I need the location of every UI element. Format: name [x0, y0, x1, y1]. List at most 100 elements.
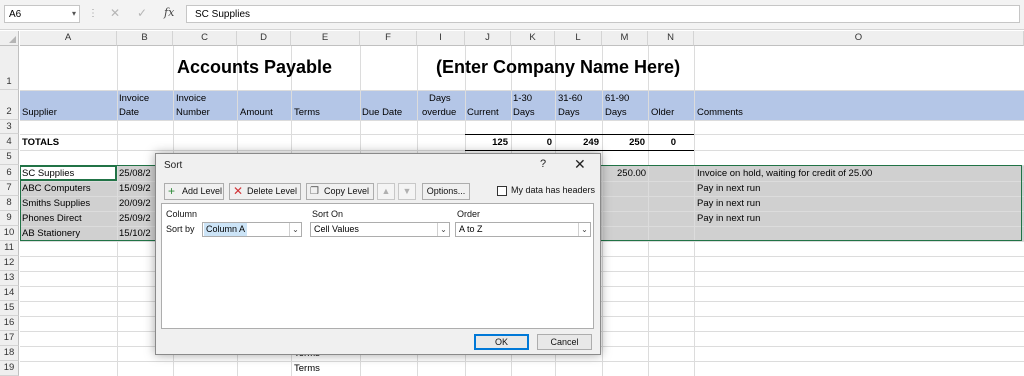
column-header-e[interactable]: E [291, 31, 360, 46]
column-header-d[interactable]: D [237, 31, 291, 46]
comment-cell[interactable]: Pay in next run [697, 183, 760, 194]
add-level-icon: + [168, 184, 176, 198]
row-header-18[interactable]: 18 [0, 346, 19, 361]
column-header-m[interactable]: M [602, 31, 648, 46]
sort-levels-list[interactable]: Column Sort On Order Sort by Column A ⌄ … [161, 203, 594, 329]
add-level-label: Add Level [182, 186, 223, 196]
supplier-cell[interactable]: Phones Direct [22, 213, 82, 224]
column-header-c[interactable]: C [173, 31, 237, 46]
supplier-cell[interactable]: ABC Computers [22, 183, 91, 194]
totals-top-border [465, 134, 694, 135]
gridline [20, 120, 1024, 121]
column-header-b[interactable]: B [117, 31, 173, 46]
date-cell[interactable]: 15/09/2 [119, 183, 151, 194]
sort-on-select-value: Cell Values [314, 224, 359, 234]
row-header-14[interactable]: 14 [0, 286, 19, 301]
row-header-19[interactable]: 19 [0, 361, 19, 376]
copy-level-button[interactable]: ❐ Copy Level [306, 183, 374, 200]
header-days-61-90: Days [605, 107, 627, 118]
total-61-90[interactable]: 250 [603, 137, 645, 148]
date-cell[interactable]: 20/09/2 [119, 198, 151, 209]
totals-bottom-border [465, 150, 694, 151]
comment-cell[interactable]: Pay in next run [697, 198, 760, 209]
column-header-l[interactable]: L [555, 31, 602, 46]
total-1-30[interactable]: 0 [512, 137, 552, 148]
enter-icon[interactable]: ✓ [137, 6, 147, 20]
delete-level-icon: ✕ [233, 184, 244, 198]
order-select[interactable]: A to Z ⌄ [455, 222, 591, 237]
row-header-10[interactable]: 10 [0, 226, 19, 241]
column-header-k[interactable]: K [511, 31, 555, 46]
chevron-down-icon: ⌄ [578, 223, 590, 236]
comment-cell[interactable]: Invoice on hold, waiting for credit of 2… [697, 168, 872, 179]
sort-dialog[interactable]: Sort ? ✕ + Add Level ✕ Delete Level ❐ Co… [155, 153, 601, 355]
comment-cell[interactable]: Pay in next run [697, 213, 760, 224]
row-header-4[interactable]: 4 [0, 134, 19, 150]
row-header-17[interactable]: 17 [0, 331, 19, 346]
move-down-button[interactable]: ▼ [398, 183, 416, 200]
row-header-7[interactable]: 7 [0, 181, 19, 196]
help-icon[interactable]: ? [540, 158, 546, 170]
formula-input[interactable]: SC Supplies [186, 5, 1020, 23]
name-box[interactable]: A6 ▾ [4, 5, 80, 23]
close-icon[interactable]: ✕ [574, 156, 586, 173]
row-header-16[interactable]: 16 [0, 316, 19, 331]
row-header-2[interactable]: 2 [0, 90, 19, 120]
move-up-button[interactable]: ▲ [377, 183, 395, 200]
row-header-12[interactable]: 12 [0, 256, 19, 271]
sort-by-label: Sort by [166, 224, 195, 234]
headers-checkbox[interactable] [497, 186, 507, 196]
select-all-icon [9, 36, 16, 43]
header-supplier: Supplier [22, 107, 57, 118]
row-header-8[interactable]: 8 [0, 196, 19, 211]
delete-level-label: Delete Level [247, 186, 298, 196]
total-31-60[interactable]: 249 [556, 137, 599, 148]
row-header-9[interactable]: 9 [0, 211, 19, 226]
totals-label[interactable]: TOTALS [22, 137, 59, 148]
total-current[interactable]: 125 [466, 137, 508, 148]
add-level-button[interactable]: + Add Level [164, 183, 224, 200]
column-select[interactable]: Column A ⌄ [202, 222, 302, 237]
supplier-cell[interactable]: SC Supplies [22, 168, 74, 179]
options-button[interactable]: Options... [422, 183, 470, 200]
row-header-6[interactable]: 6 [0, 165, 19, 181]
date-cell[interactable]: 25/08/2 [119, 168, 151, 179]
name-box-dropdown-icon[interactable]: ▾ [72, 9, 76, 18]
supplier-cell[interactable]: Smiths Supplies [22, 198, 90, 209]
headers-checkbox-label: My data has headers [511, 185, 596, 195]
formula-bar: A6 ▾ ⋮ ✕ ✓ fx SC Supplies [0, 0, 1024, 30]
row-header-3[interactable]: 3 [0, 120, 19, 134]
days-61-90-cell[interactable]: 250.00 [617, 168, 646, 179]
header-number: Number [176, 107, 210, 118]
column-header-n[interactable]: N [648, 31, 694, 46]
cancel-icon[interactable]: ✕ [110, 6, 120, 20]
insert-function-icon[interactable]: fx [164, 6, 174, 19]
row-header-13[interactable]: 13 [0, 271, 19, 286]
dialog-title: Sort [164, 160, 183, 171]
sheet-title[interactable]: Accounts Payable [177, 57, 332, 78]
cancel-button[interactable]: Cancel [537, 334, 592, 350]
total-older[interactable]: 0 [649, 137, 676, 148]
copy-level-icon: ❐ [310, 186, 319, 197]
supplier-cell[interactable]: AB Stationery [22, 228, 80, 239]
company-name-placeholder[interactable]: (Enter Company Name Here) [436, 57, 680, 78]
header-overdue: overdue [422, 107, 457, 118]
header-due-date: Due Date [362, 107, 403, 118]
row-header-11[interactable]: 11 [0, 241, 19, 256]
ok-button[interactable]: OK [474, 334, 529, 350]
date-cell[interactable]: 15/10/2 [119, 228, 151, 239]
date-cell[interactable]: 25/09/2 [119, 213, 151, 224]
column-header-a[interactable]: A [20, 31, 117, 46]
sort-on-select[interactable]: Cell Values ⌄ [310, 222, 450, 237]
row-header-5[interactable]: 5 [0, 150, 19, 165]
row-header-15[interactable]: 15 [0, 301, 19, 316]
column-header-f[interactable]: F [360, 31, 417, 46]
terms-cell[interactable]: Terms [294, 363, 320, 374]
column-header-o[interactable]: O [694, 31, 1024, 46]
column-header-i[interactable]: I [417, 31, 465, 46]
row-header-1[interactable]: 1 [0, 46, 19, 90]
select-all-button[interactable] [0, 31, 19, 46]
delete-level-button[interactable]: ✕ Delete Level [229, 183, 301, 200]
chevron-down-icon: ⌄ [289, 223, 301, 236]
column-header-j[interactable]: J [465, 31, 511, 46]
